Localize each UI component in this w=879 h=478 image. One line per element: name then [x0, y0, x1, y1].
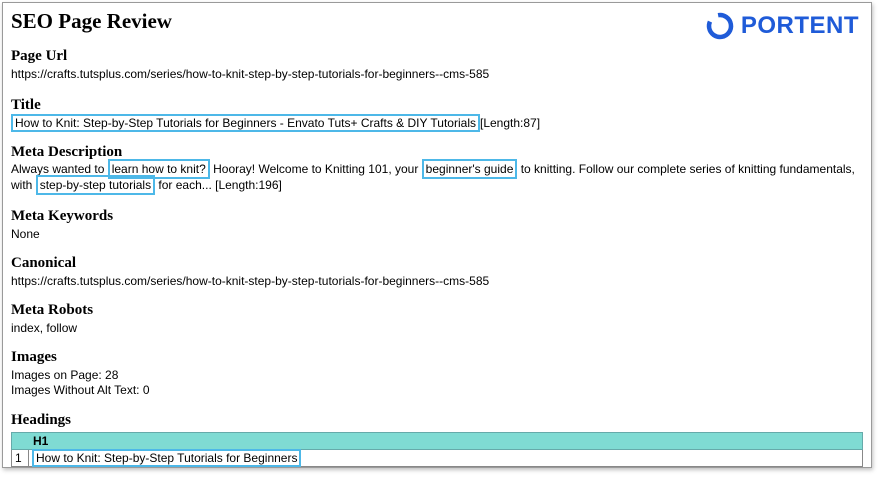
portent-logo: PORTENT: [705, 11, 859, 41]
headings-table-header: H1: [11, 432, 863, 450]
images-heading: Images: [11, 349, 57, 365]
meta-description-text: Hooray! Welcome to Knitting 101, your: [209, 162, 422, 176]
seo-review-panel: SEO Page Review PORTENT Page Url https:/…: [2, 2, 872, 468]
meta-description-text: Always wanted to: [11, 162, 108, 176]
logo-text: PORTENT: [740, 12, 859, 39]
meta-description-heading: Meta Description: [11, 144, 123, 160]
table-row: 1 How to Knit: Step-by-Step Tutorials fo…: [11, 449, 863, 467]
h1-text: How to Knit: Step-by-Step Tutorials for …: [32, 449, 302, 467]
meta-keywords-heading: Meta Keywords: [11, 208, 114, 224]
headings-table: H1 1 How to Knit: Step-by-Step Tutorials…: [11, 432, 863, 467]
meta-keywords-value: None: [11, 227, 40, 241]
title-heading: Title: [11, 97, 41, 113]
headings-heading: Headings: [11, 412, 72, 428]
meta-description-text: for each... [Length:196]: [155, 178, 282, 192]
page-url-heading: Page Url: [11, 48, 68, 64]
h1-column-header: H1: [11, 432, 863, 450]
images-without-alt: Images Without Alt Text: 0: [11, 383, 150, 397]
title-value-row: How to Knit: Step-by-Step Tutorials for …: [11, 114, 541, 132]
page-title: SEO Page Review: [11, 9, 172, 33]
row-number: 1: [11, 449, 29, 467]
keyword-highlight: beginner's guide: [421, 159, 518, 179]
meta-description-value: Always wanted to learn how to knit? Hoor…: [11, 159, 861, 195]
portent-logo-icon: [706, 12, 734, 40]
canonical-heading: Canonical: [11, 255, 77, 271]
canonical-value: https://crafts.tutsplus.com/series/how-t…: [11, 274, 490, 288]
title-value: How to Knit: Step-by-Step Tutorials for …: [11, 114, 480, 132]
heading-cell: How to Knit: Step-by-Step Tutorials for …: [28, 449, 863, 467]
meta-robots-heading: Meta Robots: [11, 302, 94, 318]
meta-robots-value: index, follow: [11, 321, 78, 335]
title-length: [Length:87]: [479, 116, 541, 130]
page-url-value: https://crafts.tutsplus.com/series/how-t…: [11, 67, 490, 81]
images-on-page: Images on Page: 28: [11, 368, 119, 382]
keyword-highlight: step-by-step tutorials: [35, 175, 156, 195]
